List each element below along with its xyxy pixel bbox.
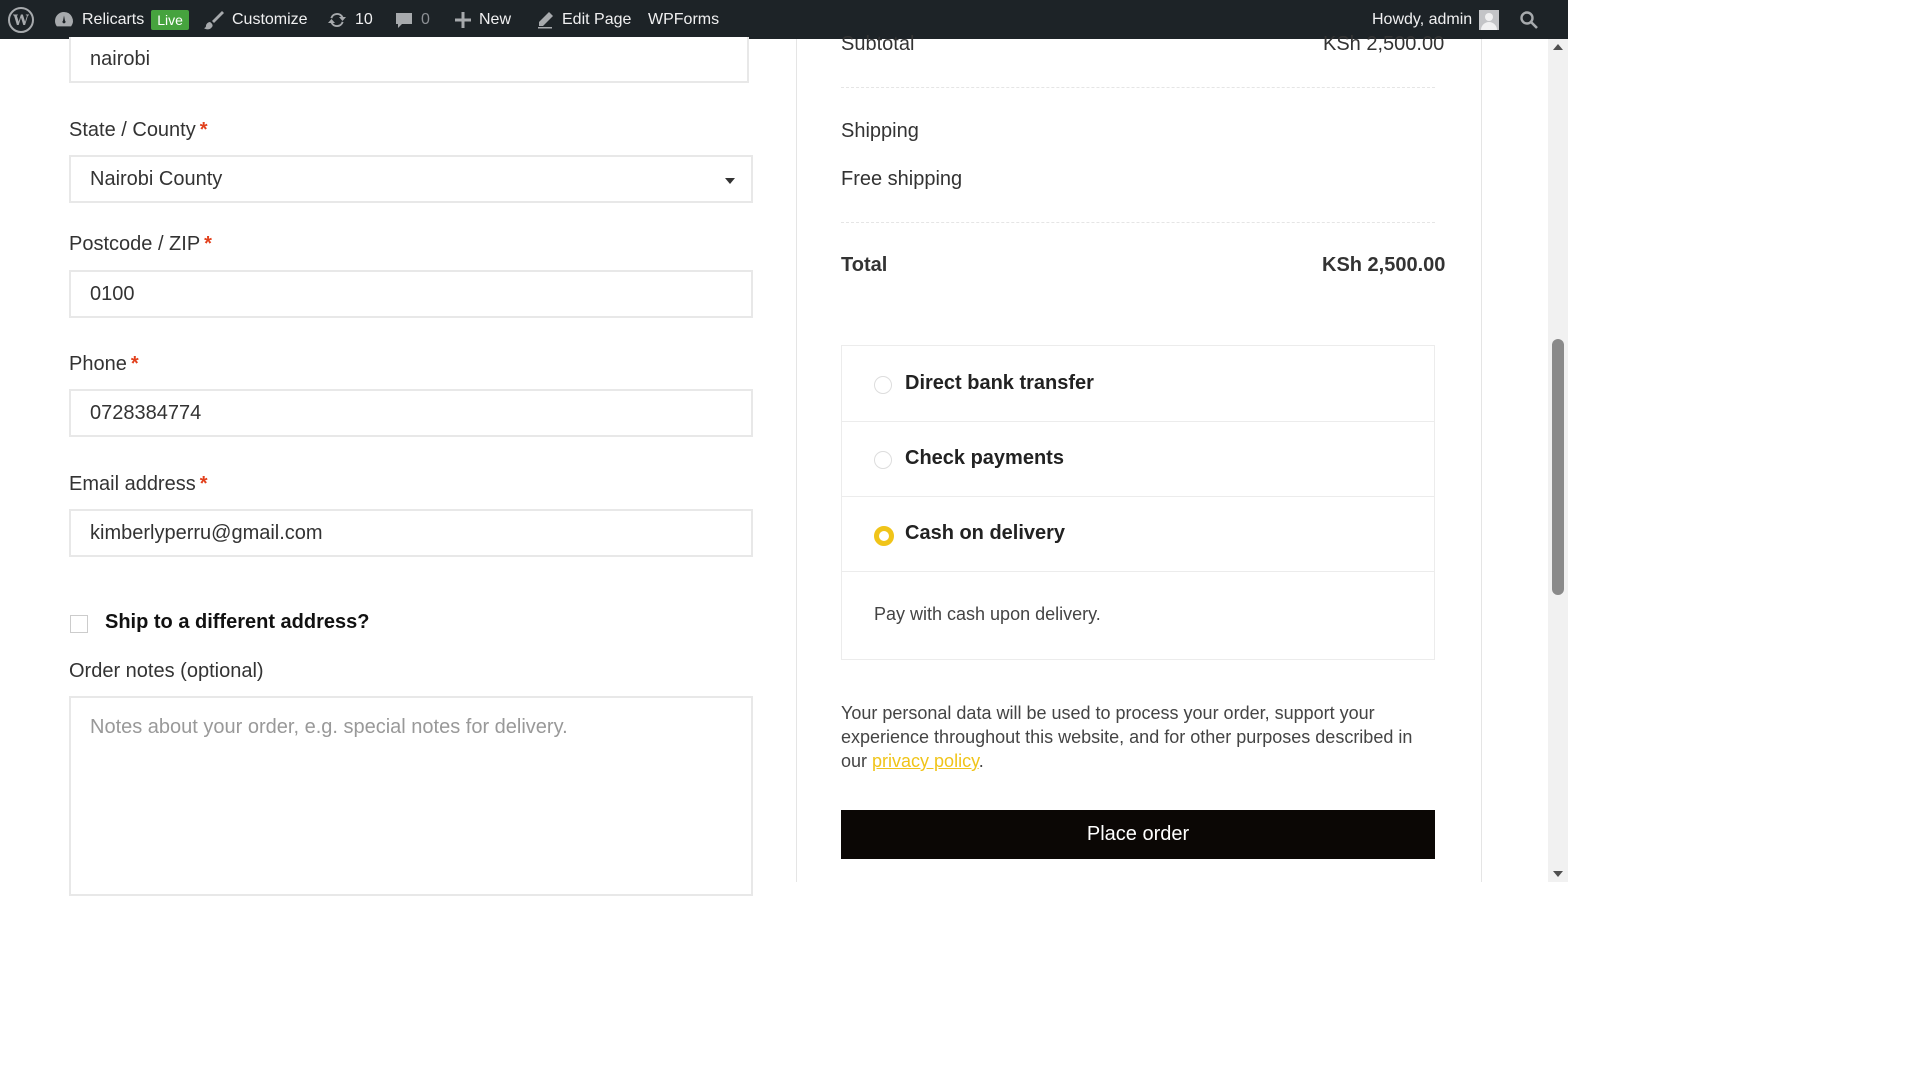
order-notes-placeholder: Notes about your order, e.g. special not…: [90, 716, 568, 738]
payment-methods: Direct bank transfer Check payments Cash…: [841, 345, 1435, 660]
city-value: nairobi: [90, 47, 151, 70]
order-notes-textarea[interactable]: Notes about your order, e.g. special not…: [69, 696, 753, 896]
bank-transfer-radio[interactable]: [874, 376, 892, 394]
privacy-notice: Your personal data will be used to proce…: [841, 703, 1413, 771]
scroll-up-icon[interactable]: [1553, 44, 1563, 50]
privacy-policy-link[interactable]: privacy policy: [872, 751, 979, 771]
cod-radio[interactable]: [874, 526, 894, 546]
city-input[interactable]: nairobi: [69, 37, 749, 83]
search-icon: [1520, 10, 1538, 29]
site-name: Relicarts: [82, 10, 145, 28]
phone-label: Phone *: [69, 353, 139, 375]
scroll-thumb[interactable]: [1552, 339, 1564, 595]
place-order-button[interactable]: Place order: [841, 810, 1435, 859]
wpforms-label: WPForms: [648, 10, 720, 28]
bank-transfer-label[interactable]: Direct bank transfer: [905, 372, 1094, 395]
email-value: kimberlyperru@gmail.com: [90, 521, 323, 544]
phone-input[interactable]: 0728384774: [69, 389, 753, 437]
postcode-label: Postcode / ZIP *: [69, 233, 212, 255]
wpforms-link[interactable]: WPForms: [648, 0, 719, 39]
check-payments-label[interactable]: Check payments: [905, 447, 1064, 470]
subtotal-label: Subtotal: [841, 33, 915, 55]
updates-icon: [328, 12, 346, 27]
site-name-menu[interactable]: Relicarts Live: [53, 0, 189, 39]
search-button[interactable]: [1519, 0, 1539, 39]
divider: [841, 87, 1435, 88]
svg-text:W: W: [12, 13, 29, 29]
plus-icon: [455, 11, 471, 28]
live-badge: Live: [151, 9, 189, 30]
new-content-link[interactable]: New: [454, 0, 511, 39]
postcode-value: 0100: [90, 282, 135, 305]
pencil-icon: [538, 11, 553, 28]
order-notes-label: Order notes (optional): [69, 660, 264, 682]
greeting: Howdy, admin: [1372, 10, 1473, 28]
chevron-down-icon: [725, 178, 735, 184]
ship-different-checkbox[interactable]: [70, 615, 88, 633]
check-payments-radio[interactable]: [874, 451, 892, 469]
state-label: State / County *: [69, 119, 208, 141]
payment-description: Pay with cash upon delivery.: [874, 604, 1101, 624]
email-input[interactable]: kimberlyperru@gmail.com: [69, 509, 753, 557]
phone-value: 0728384774: [90, 401, 202, 424]
wordpress-logo-icon[interactable]: W: [8, 0, 34, 39]
shipping-label: Shipping: [841, 120, 919, 142]
new-label: New: [479, 10, 512, 28]
email-label: Email address *: [69, 473, 208, 495]
state-select[interactable]: Nairobi County: [69, 155, 753, 203]
brush-icon: [204, 10, 224, 29]
ship-different-label[interactable]: Ship to a different address?: [105, 611, 369, 634]
dashboard-icon: [55, 11, 73, 26]
state-value: Nairobi County: [90, 167, 223, 190]
cod-label[interactable]: Cash on delivery: [905, 522, 1065, 545]
total-label: Total: [841, 254, 888, 276]
comments-count: 0: [421, 10, 430, 28]
customize-label: Customize: [232, 10, 308, 28]
edit-page-link[interactable]: Edit Page: [535, 0, 631, 39]
subtotal-value: KSh 2,500.00: [1323, 33, 1445, 55]
payment-method-bank-transfer[interactable]: Direct bank transfer: [842, 346, 1434, 422]
total-value: KSh 2,500.00: [1322, 254, 1446, 276]
updates-count: 10: [355, 10, 373, 28]
edit-page-label: Edit Page: [562, 10, 632, 28]
postcode-input[interactable]: 0100: [69, 270, 753, 318]
comments-link[interactable]: 0: [394, 0, 430, 39]
comment-icon: [396, 12, 412, 28]
divider: [841, 222, 1435, 223]
updates-link[interactable]: 10: [326, 0, 373, 39]
avatar: [1479, 9, 1500, 30]
shipping-value: Free shipping: [841, 168, 963, 190]
payment-method-cod[interactable]: Cash on delivery: [842, 496, 1434, 572]
scroll-down-icon[interactable]: [1553, 871, 1563, 877]
payment-method-check[interactable]: Check payments: [842, 421, 1434, 497]
customize-link[interactable]: Customize: [203, 0, 308, 39]
scrollbar[interactable]: [1548, 39, 1568, 882]
